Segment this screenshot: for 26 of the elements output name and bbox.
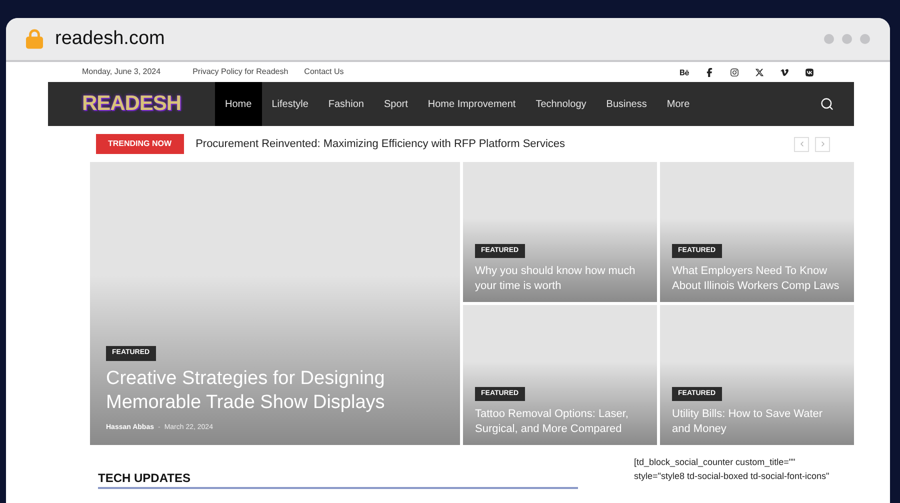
shortcode-text: style="style8 td-social-boxed td-social-font-icons" xyxy=(634,470,830,483)
trending-badge: TRENDING NOW xyxy=(96,134,184,154)
nav-item[interactable]: Lifestyle xyxy=(262,82,318,126)
nav-item[interactable]: Home xyxy=(215,82,262,126)
social-icon[interactable] xyxy=(680,68,689,76)
search-icon[interactable] xyxy=(820,97,834,111)
trending-headline[interactable]: Procurement Reinvented: Maximizing Efficiency with RFP Platform Services xyxy=(196,136,566,152)
social-icon[interactable] xyxy=(755,68,764,76)
nav-item[interactable]: Fashion xyxy=(318,82,374,126)
lock-icon xyxy=(26,29,43,49)
social-icon[interactable] xyxy=(730,68,739,76)
url-text[interactable]: readesh.com xyxy=(55,24,165,54)
social-icon[interactable] xyxy=(805,68,814,76)
site-logo[interactable]: READESH xyxy=(82,88,182,120)
shortcode-text: [td_block_social_counter custom_title="" xyxy=(634,456,796,469)
top-link[interactable]: Privacy Policy for Readesh xyxy=(192,66,288,78)
nav-item[interactable]: Business xyxy=(596,82,657,126)
top-link[interactable]: Contact Us xyxy=(304,66,344,78)
date-text: Monday, June 3, 2024 xyxy=(82,66,161,78)
social-icon[interactable] xyxy=(780,68,789,76)
nav-item[interactable]: Home Improvement xyxy=(418,82,526,126)
nav-item[interactable]: Technology xyxy=(526,82,596,126)
social-icon[interactable] xyxy=(705,68,714,76)
nav-item[interactable]: Sport xyxy=(374,82,418,126)
nav-item[interactable]: More xyxy=(656,82,700,126)
section-heading: TECH UPDATES xyxy=(98,470,192,487)
